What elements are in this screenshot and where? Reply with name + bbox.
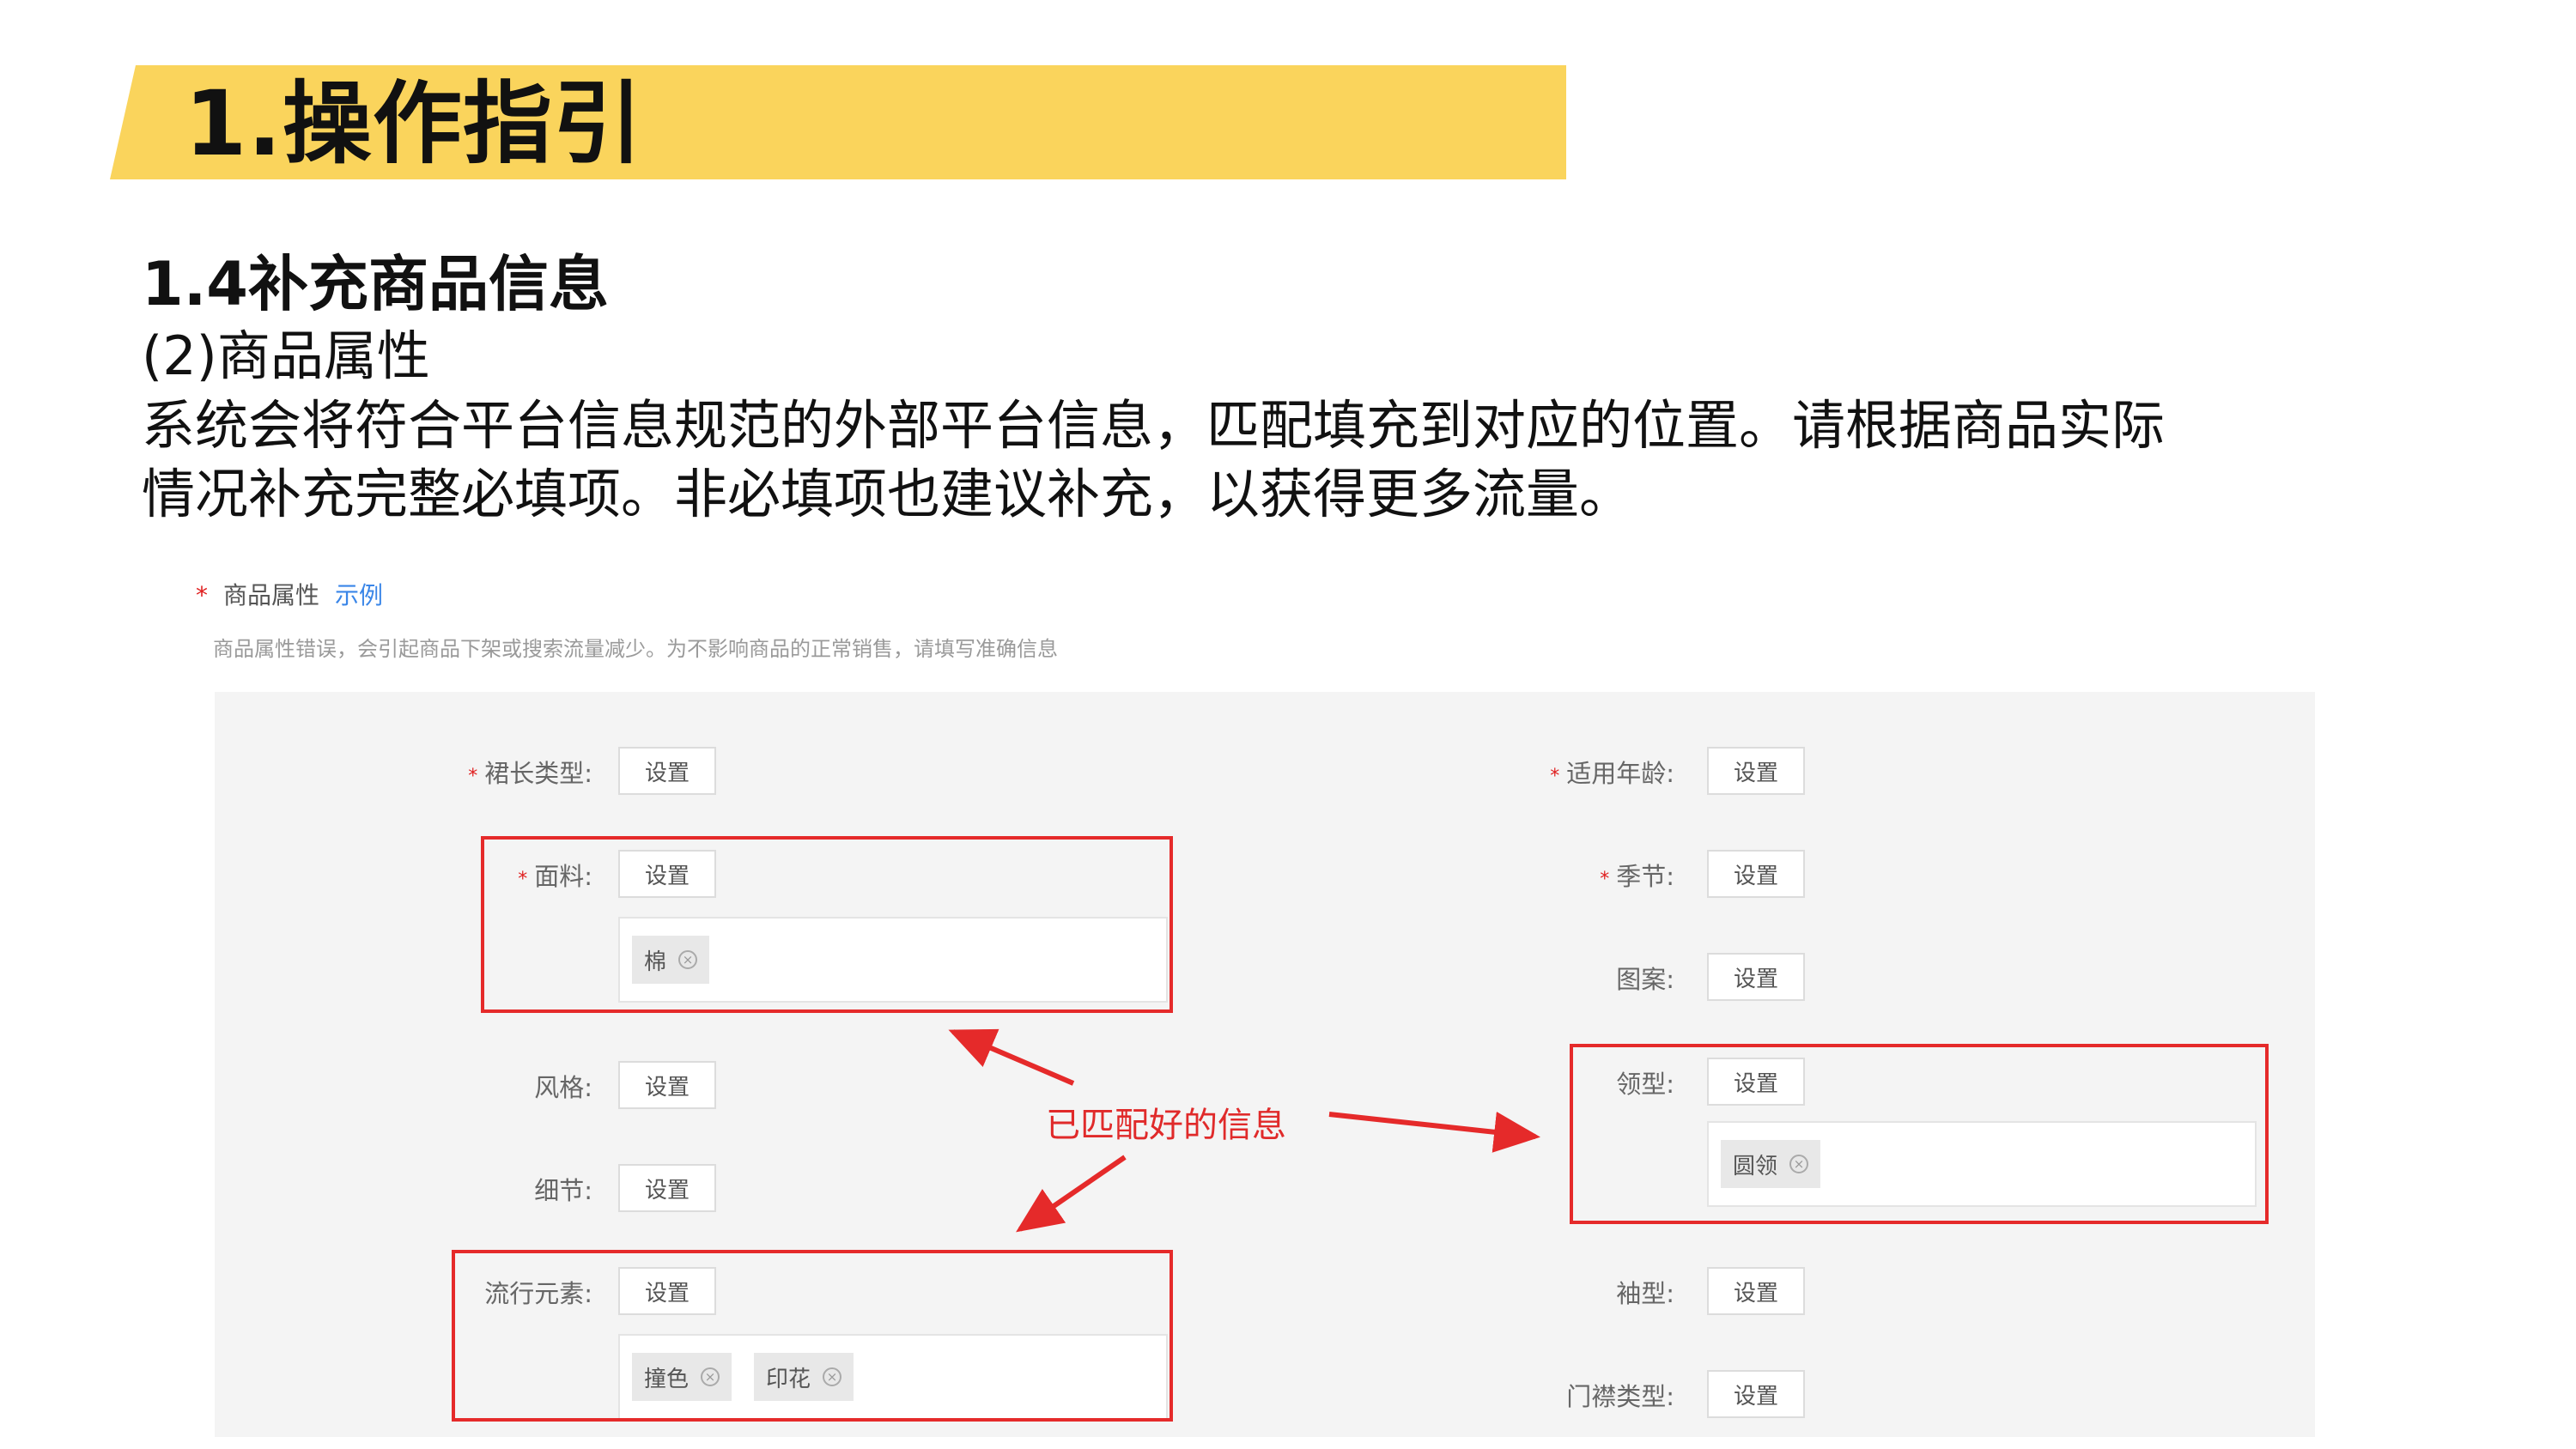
annotation-arrows: [948, 1028, 1540, 1233]
arrow-to-fabric: [948, 1028, 1075, 1086]
arrow-to-collar: [1328, 1111, 1540, 1153]
arrow-to-trend: [1016, 1155, 1127, 1233]
